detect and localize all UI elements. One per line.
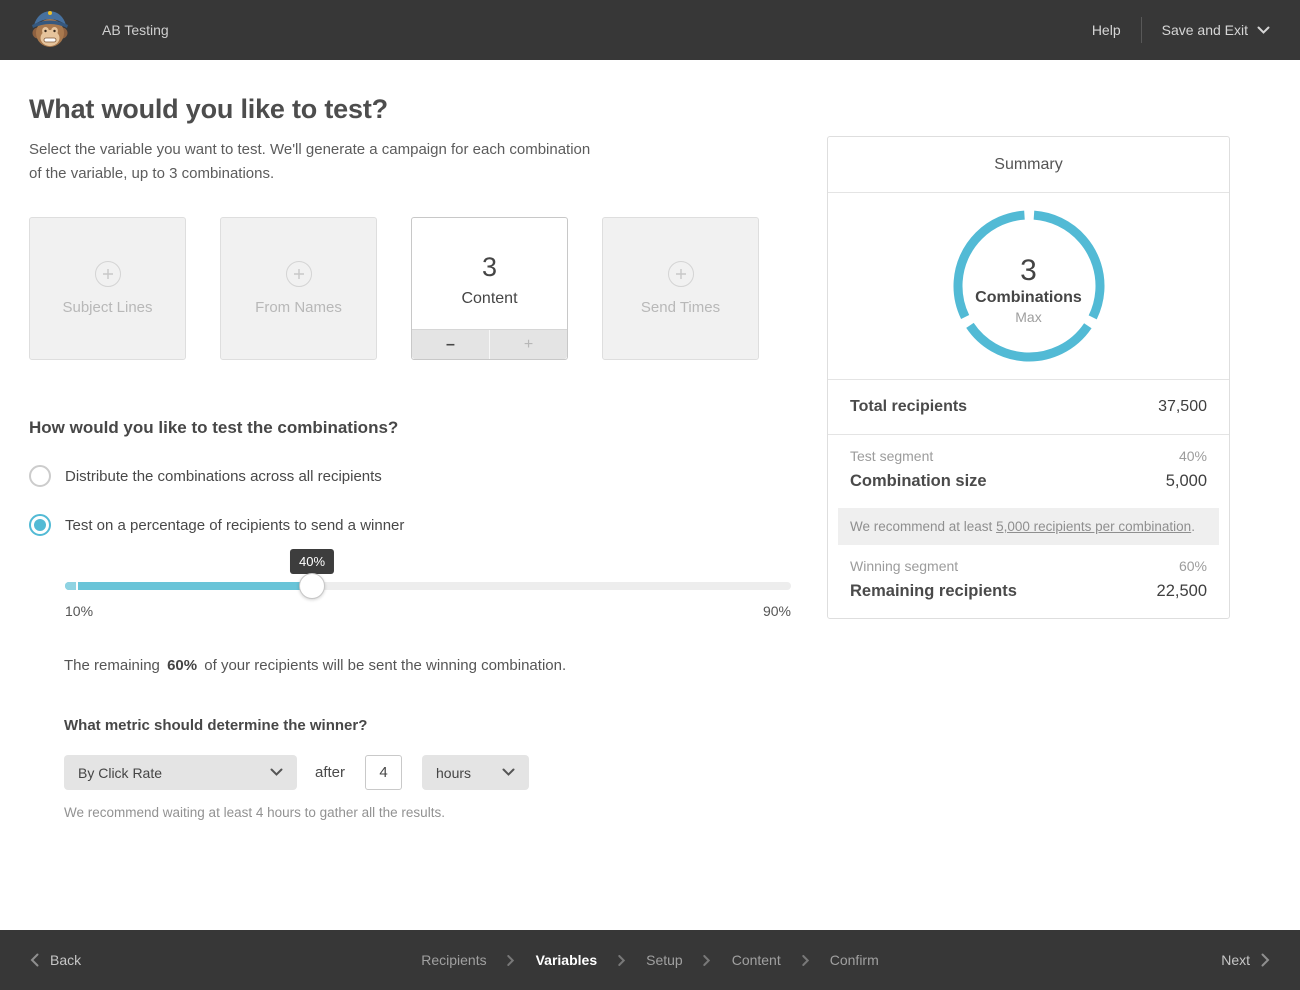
ring-label: Combinations [975, 289, 1082, 307]
step-content[interactable]: Content [732, 952, 781, 968]
card-content-selected[interactable]: 3 Content – + [411, 217, 568, 360]
wizard-footer: Back Recipients Variables Setup Content … [0, 930, 1300, 990]
recommendation-banner: We recommend at least 5,000 recipients p… [838, 508, 1219, 545]
remaining-recipients-value: 22,500 [1157, 582, 1207, 601]
top-bar: AB Testing Help Save and Exit [0, 0, 1300, 60]
chevron-right-icon [1261, 953, 1270, 967]
radio-option-distribute[interactable]: Distribute the combinations across all r… [29, 465, 799, 487]
test-segment-value: 40% [1179, 448, 1207, 464]
wait-hours-input[interactable] [365, 755, 402, 790]
winning-segment-label: Winning segment [850, 558, 958, 574]
page-title: What would you like to test? [29, 94, 799, 125]
chevron-down-icon [270, 768, 283, 777]
ring-count: 3 [1020, 254, 1037, 287]
slider-handle[interactable] [299, 573, 325, 599]
slider-min-label: 10% [65, 603, 93, 619]
step-recipients[interactable]: Recipients [421, 952, 486, 968]
remaining-percentage-value: 60% [167, 657, 197, 674]
remaining-recipients-label: Remaining recipients [850, 582, 1017, 601]
total-recipients-value: 37,500 [1158, 398, 1207, 416]
metric-note: We recommend waiting at least 4 hours to… [64, 805, 799, 820]
slider-value-tooltip: 40% [290, 549, 334, 574]
chevron-down-icon [1257, 26, 1270, 35]
mailchimp-freddie-logo-icon [30, 9, 70, 51]
variable-cards: Subject Lines From Names 3 Content – + [29, 217, 799, 360]
increase-variations-button[interactable]: + [490, 330, 567, 359]
content-variations-count: 3 [482, 252, 497, 283]
total-recipients-row: Total recipients 37,500 [828, 380, 1229, 435]
chevron-right-icon [704, 955, 711, 966]
slider-max-label: 90% [763, 603, 791, 619]
slider-min-cap [65, 582, 78, 590]
plus-icon [286, 261, 312, 287]
card-label: Subject Lines [62, 299, 152, 316]
chevron-right-icon [618, 955, 625, 966]
back-button[interactable]: Back [30, 952, 81, 968]
slider-fill [65, 582, 312, 590]
card-label: Content [461, 290, 517, 308]
combination-size-label: Combination size [850, 472, 987, 491]
remaining-recipients-note: The remaining 60% of your recipients wil… [64, 657, 799, 674]
metric-select[interactable]: By Click Rate [64, 755, 297, 790]
decrease-variations-button[interactable]: – [412, 330, 490, 359]
after-label: after [315, 764, 345, 781]
step-setup[interactable]: Setup [646, 952, 683, 968]
card-subject-lines[interactable]: Subject Lines [29, 217, 186, 360]
help-link[interactable]: Help [1092, 22, 1121, 38]
app-title: AB Testing [102, 22, 169, 38]
main-content: What would you like to test? Select the … [0, 60, 1300, 930]
recommendation-link[interactable]: 5,000 recipients per combination [996, 519, 1191, 534]
summary-panel: Summary 3 Combinations Max Total recipie… [827, 136, 1230, 619]
winning-segment-value: 60% [1179, 558, 1207, 574]
metric-controls: By Click Rate after hours [64, 755, 799, 790]
radio-selected-icon[interactable] [29, 514, 51, 536]
time-unit-select[interactable]: hours [422, 755, 529, 790]
ring-sublabel: Max [1015, 309, 1041, 325]
wizard-steps: Recipients Variables Setup Content Confi… [421, 952, 879, 968]
chevron-right-icon [802, 955, 809, 966]
chevron-down-icon [502, 768, 515, 777]
plus-icon [668, 261, 694, 287]
combination-size-value: 5,000 [1166, 472, 1207, 491]
total-recipients-label: Total recipients [850, 398, 967, 416]
chevron-right-icon [508, 955, 515, 966]
plus-icon [95, 261, 121, 287]
slider-track[interactable]: 40% [65, 582, 791, 590]
topbar-divider [1141, 17, 1142, 43]
radio-unselected-icon[interactable] [29, 465, 51, 487]
test-segment-label: Test segment [850, 448, 933, 464]
save-and-exit-label: Save and Exit [1162, 22, 1248, 38]
variation-stepper: – + [412, 329, 567, 359]
combinations-question: How would you like to test the combinati… [29, 418, 799, 438]
step-confirm[interactable]: Confirm [830, 952, 879, 968]
next-button[interactable]: Next [1221, 952, 1270, 968]
card-label: Send Times [641, 299, 720, 316]
chevron-left-icon [30, 953, 39, 967]
summary-title: Summary [828, 137, 1229, 193]
winning-segment-block: Winning segment 60% Remaining recipients… [828, 545, 1229, 618]
test-segment-block: Test segment 40% Combination size 5,000 [828, 435, 1229, 508]
card-send-times[interactable]: Send Times [602, 217, 759, 360]
test-percentage-slider: 40% 10% 90% [65, 582, 791, 619]
save-and-exit-button[interactable]: Save and Exit [1162, 22, 1270, 38]
radio-option-test-percentage[interactable]: Test on a percentage of recipients to se… [29, 514, 799, 536]
combinations-ring-section: 3 Combinations Max [828, 193, 1229, 380]
step-variables-active[interactable]: Variables [536, 952, 598, 968]
card-from-names[interactable]: From Names [220, 217, 377, 360]
time-unit-value: hours [436, 765, 471, 781]
metric-question: What metric should determine the winner? [64, 717, 799, 734]
card-label: From Names [255, 299, 342, 316]
metric-select-value: By Click Rate [78, 765, 162, 781]
page-subtitle: Select the variable you want to test. We… [29, 138, 799, 186]
